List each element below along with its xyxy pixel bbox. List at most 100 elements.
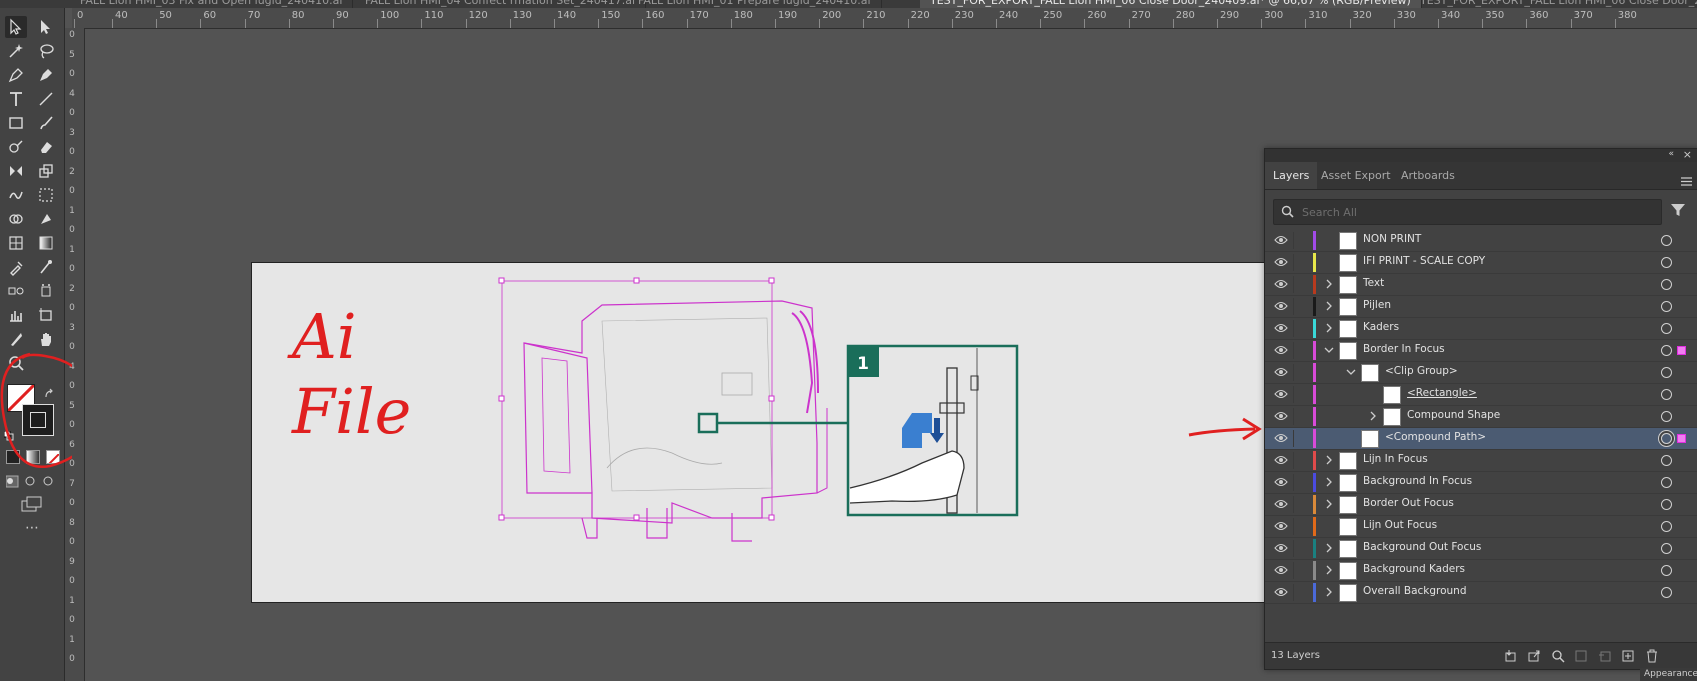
target-circle-icon[interactable] xyxy=(1661,279,1672,290)
layer-row[interactable]: <Clip Group> xyxy=(1265,362,1697,384)
layer-name[interactable]: Kaders xyxy=(1363,321,1399,333)
hand-tool-icon[interactable] xyxy=(35,328,57,350)
selection-indicator[interactable] xyxy=(1677,434,1686,443)
paintbrush-tool-icon[interactable] xyxy=(35,112,57,134)
lasso-tool-icon[interactable] xyxy=(35,40,57,62)
layer-row[interactable]: <Compound Path> xyxy=(1265,428,1697,450)
close-panel-icon[interactable]: × xyxy=(1683,148,1692,161)
artboard-tool-icon[interactable] xyxy=(35,304,57,326)
visibility-eye-icon[interactable] xyxy=(1274,410,1288,422)
lock-toggle[interactable] xyxy=(1293,474,1308,491)
appearance-panel-tab[interactable]: Appearance xyxy=(1640,668,1697,681)
visibility-eye-icon[interactable] xyxy=(1274,234,1288,246)
layer-row[interactable]: Lijn Out Focus xyxy=(1265,516,1697,538)
free-transform-tool-icon[interactable] xyxy=(35,184,57,206)
layer-name[interactable]: Overall Background xyxy=(1363,585,1467,597)
lock-toggle[interactable] xyxy=(1293,342,1308,359)
chevron-right-icon[interactable] xyxy=(1323,542,1335,554)
lock-toggle[interactable] xyxy=(1293,452,1308,469)
chevron-right-icon[interactable] xyxy=(1323,300,1335,312)
lock-toggle[interactable] xyxy=(1293,320,1308,337)
document-tab[interactable]: TEST_FOR_EXPORT_FALL Lion HMI_06 Close D… xyxy=(1410,0,1697,8)
visibility-eye-icon[interactable] xyxy=(1274,256,1288,268)
magic-wand-tool-icon[interactable] xyxy=(5,40,27,62)
panel-header-bar[interactable]: « × xyxy=(1265,148,1697,162)
layer-name[interactable]: Pijlen xyxy=(1363,299,1391,311)
layer-name[interactable]: <Rectangle> xyxy=(1407,387,1477,399)
layer-name[interactable]: Compound Shape xyxy=(1407,409,1500,421)
layer-row[interactable]: Kaders xyxy=(1265,318,1697,340)
measure-tool-icon[interactable] xyxy=(35,256,57,278)
target-circle-icon[interactable] xyxy=(1661,389,1672,400)
layer-row[interactable]: Compound Shape xyxy=(1265,406,1697,428)
layer-row[interactable]: Overall Background xyxy=(1265,582,1697,604)
delete-layer-icon[interactable] xyxy=(1645,649,1659,663)
chevron-right-icon[interactable] xyxy=(1367,410,1379,422)
more-tools-icon[interactable]: ⋯ xyxy=(22,521,42,535)
line-tool-icon[interactable] xyxy=(35,88,57,110)
shape-builder-tool-icon[interactable] xyxy=(5,208,27,230)
visibility-eye-icon[interactable] xyxy=(1274,388,1288,400)
target-circle-icon[interactable] xyxy=(1661,323,1672,334)
target-circle-icon[interactable] xyxy=(1661,565,1672,576)
lock-toggle[interactable] xyxy=(1293,408,1308,425)
layer-name[interactable]: Lijn Out Focus xyxy=(1363,519,1437,531)
target-circle-icon[interactable] xyxy=(1661,521,1672,532)
visibility-eye-icon[interactable] xyxy=(1274,542,1288,554)
target-circle-icon[interactable] xyxy=(1661,543,1672,554)
layer-row[interactable]: <Rectangle> xyxy=(1265,384,1697,406)
direct-selection-tool-icon[interactable] xyxy=(35,16,57,38)
make-clipping-mask-icon[interactable] xyxy=(1574,649,1588,663)
document-tab[interactable]: FALL Lion HMI_03 Fix and Open lugid_2404… xyxy=(70,0,354,8)
panel-menu-icon[interactable] xyxy=(1681,171,1692,186)
layer-name[interactable]: Border Out Focus xyxy=(1363,497,1454,509)
layer-name[interactable]: Background Out Focus xyxy=(1363,541,1481,553)
mesh-tool-icon[interactable] xyxy=(5,232,27,254)
curvature-tool-icon[interactable] xyxy=(35,64,57,86)
document-tab-active[interactable]: TEST_FOR_EXPORT_FALL Lion HMI_06 Close D… xyxy=(920,0,1422,8)
symbol-sprayer-tool-icon[interactable] xyxy=(35,280,57,302)
horizontal-ruler[interactable]: 0 40 50 60 70 80 90 100 110 120 130 140 150 160 170 180… xyxy=(72,8,1697,29)
layer-row[interactable]: Lijn In Focus xyxy=(1265,450,1697,472)
target-circle-icon[interactable] xyxy=(1661,235,1672,246)
tab-layers[interactable]: Layers xyxy=(1265,162,1318,189)
lock-toggle[interactable] xyxy=(1293,496,1308,513)
chevron-right-icon[interactable] xyxy=(1323,564,1335,576)
document-tab[interactable]: FALL Lion HMI_04 Confect rmation Set_240… xyxy=(355,0,647,8)
target-circle-icon[interactable] xyxy=(1661,345,1672,356)
target-circle-icon[interactable] xyxy=(1661,499,1672,510)
visibility-eye-icon[interactable] xyxy=(1274,344,1288,356)
lock-toggle[interactable] xyxy=(1293,298,1308,315)
lock-toggle[interactable] xyxy=(1293,562,1308,579)
type-tool-icon[interactable] xyxy=(5,88,27,110)
lock-toggle[interactable] xyxy=(1293,232,1308,249)
target-circle-icon[interactable] xyxy=(1661,257,1672,268)
lock-toggle[interactable] xyxy=(1293,364,1308,381)
layer-row[interactable]: Background Kaders xyxy=(1265,560,1697,582)
search-input[interactable] xyxy=(1300,202,1654,222)
lock-toggle[interactable] xyxy=(1293,518,1308,535)
layer-row[interactable]: Background Out Focus xyxy=(1265,538,1697,560)
machine-illustration[interactable] xyxy=(523,300,828,542)
visibility-eye-icon[interactable] xyxy=(1274,520,1288,532)
artboard[interactable]: Ai File 1 xyxy=(251,262,1265,603)
layer-row[interactable]: IFI PRINT - SCALE COPY xyxy=(1265,252,1697,274)
target-circle-icon[interactable] xyxy=(1661,301,1672,312)
document-tab[interactable]: FALL Lion HMI_01 Prepare lugid_240410.ai xyxy=(628,0,882,8)
layer-name[interactable]: Background In Focus xyxy=(1363,475,1472,487)
layer-name[interactable]: Lijn In Focus xyxy=(1363,453,1428,465)
column-graph-tool-icon[interactable] xyxy=(5,304,27,326)
visibility-eye-icon[interactable] xyxy=(1274,564,1288,576)
create-sublayer-icon[interactable] xyxy=(1598,649,1612,663)
visibility-eye-icon[interactable] xyxy=(1274,498,1288,510)
new-layer-icon[interactable] xyxy=(1621,649,1635,663)
layer-name[interactable]: <Clip Group> xyxy=(1385,365,1458,377)
visibility-eye-icon[interactable] xyxy=(1274,300,1288,312)
target-circle-icon[interactable] xyxy=(1661,411,1672,422)
lock-toggle[interactable] xyxy=(1293,584,1308,601)
chevron-right-icon[interactable] xyxy=(1323,454,1335,466)
export-icon[interactable] xyxy=(1527,649,1541,663)
selection-indicator[interactable] xyxy=(1677,346,1686,355)
target-circle-icon[interactable] xyxy=(1661,433,1672,444)
visibility-eye-icon[interactable] xyxy=(1274,454,1288,466)
